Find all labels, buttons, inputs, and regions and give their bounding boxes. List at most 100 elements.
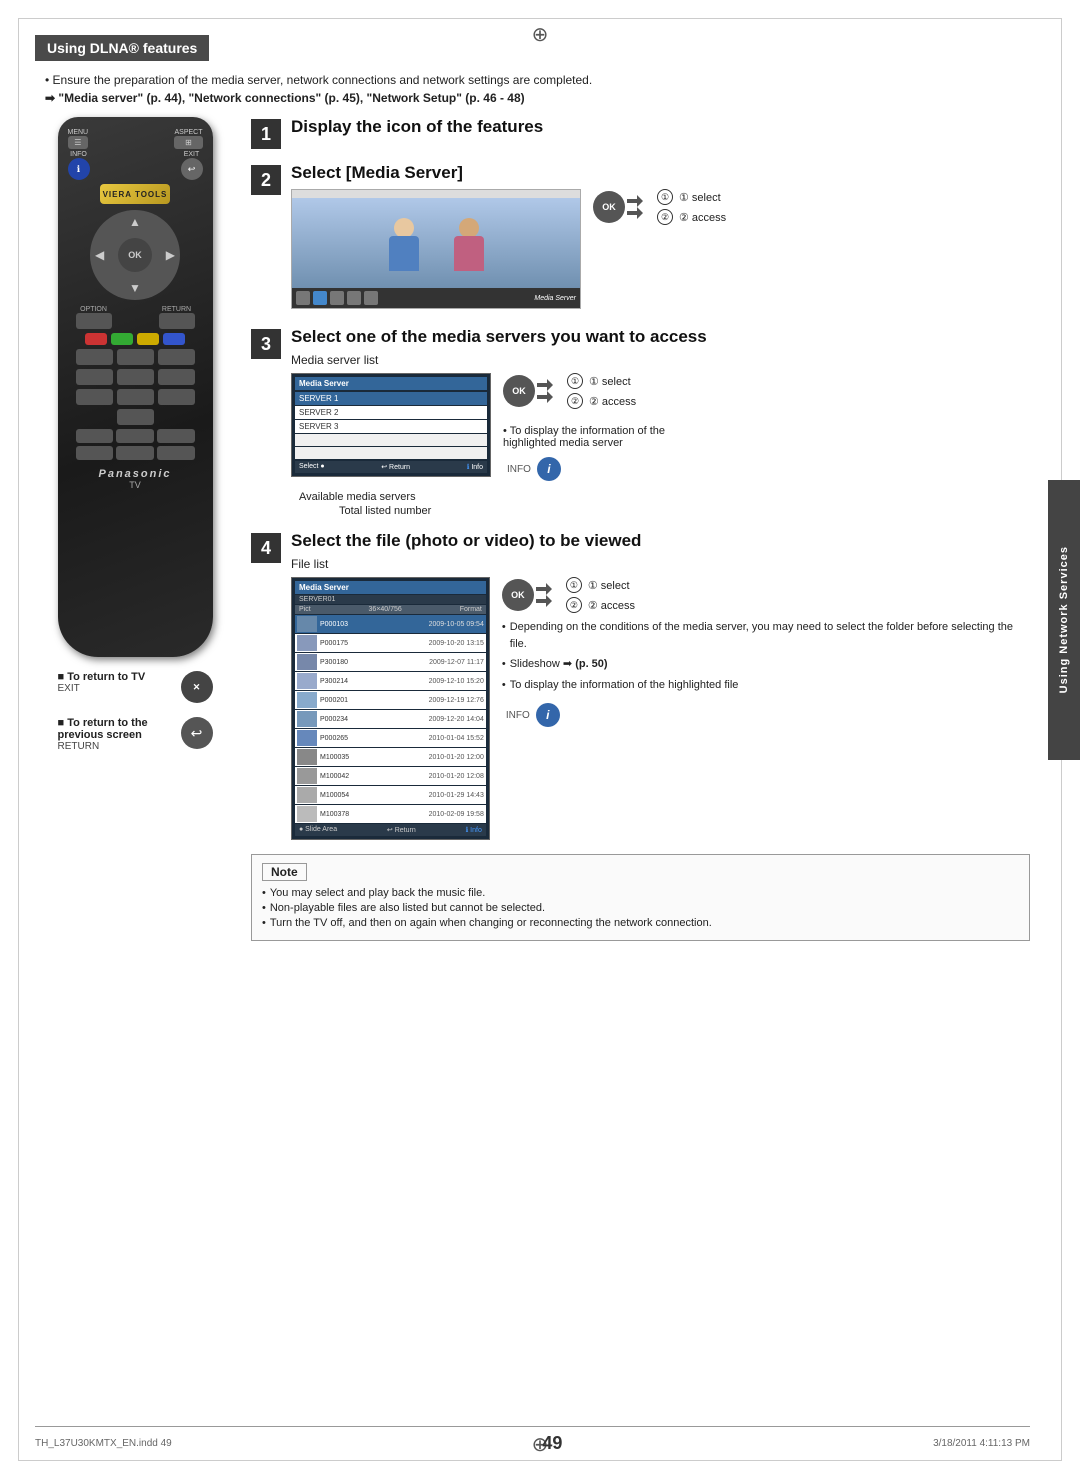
num-4[interactable] bbox=[76, 369, 113, 385]
fl-name-7: M100035 bbox=[320, 754, 426, 761]
dpad-right[interactable]: ▶ bbox=[166, 248, 175, 262]
num-0[interactable] bbox=[117, 409, 154, 425]
ms-row-0: SERVER 1 bbox=[295, 392, 487, 405]
bullet-2: • bbox=[502, 656, 506, 673]
dpad-left[interactable]: ◀ bbox=[95, 248, 104, 262]
fl-thumb-2 bbox=[297, 654, 317, 670]
exit-text: EXIT bbox=[58, 683, 80, 694]
yellow-btn[interactable] bbox=[137, 333, 159, 345]
fl-header: Pict 36×40/756 Format bbox=[295, 605, 486, 614]
exit-group: EXIT ↩ bbox=[181, 151, 203, 180]
info-btn[interactable]: ℹ bbox=[68, 158, 90, 180]
circle-2-4: ② bbox=[566, 597, 582, 613]
note-item-1: • You may select and play back the music… bbox=[262, 887, 1019, 899]
scene-background bbox=[292, 198, 580, 288]
num-6[interactable] bbox=[158, 369, 195, 385]
return-tv-label: ■ To return to TV bbox=[58, 671, 146, 683]
intro-text-1: • Ensure the preparation of the media se… bbox=[45, 73, 1030, 87]
fl-date-10: 2010-02-09 19:58 bbox=[429, 811, 484, 818]
fl-row-9: M100054 2010-01-29 14:43 bbox=[295, 786, 486, 804]
toolbar-icon-4 bbox=[347, 291, 361, 305]
step-4-subtitle: File list bbox=[291, 557, 1030, 571]
viera-tools-btn[interactable]: VIERA TOOLS bbox=[100, 184, 170, 204]
fl-name-3: P300214 bbox=[320, 678, 426, 685]
step4-notes: • Depending on the conditions of the med… bbox=[502, 619, 1030, 697]
step3-access-label: ② ② access bbox=[567, 393, 636, 409]
exit-button[interactable]: ✕ bbox=[181, 671, 213, 703]
note-box: Note • You may select and play back the … bbox=[251, 854, 1030, 941]
note-2: • Slideshow ➡ (p. 50) bbox=[502, 656, 1030, 673]
main-layout: MENU ☰ ASPECT ⊞ INFO ℹ EXIT bbox=[35, 117, 1030, 941]
bottom-btn-3[interactable] bbox=[157, 429, 195, 443]
menu-btn[interactable]: ☰ bbox=[68, 136, 89, 149]
fl-thumb-10 bbox=[297, 806, 317, 822]
fl-name-6: P000265 bbox=[320, 735, 426, 742]
ok-btn-step4: OK bbox=[502, 579, 534, 611]
bottom-btn-4[interactable] bbox=[76, 446, 114, 460]
bottom-btn-5[interactable] bbox=[116, 446, 154, 460]
fl-row-8: M100042 2010-01-20 12:08 bbox=[295, 767, 486, 785]
steps-column: 1 Display the icon of the features 2 Sel… bbox=[251, 117, 1030, 941]
fl-thumb-1 bbox=[297, 635, 317, 651]
ok-text-4: OK bbox=[511, 590, 525, 600]
fl-date-3: 2009-12-10 15:20 bbox=[429, 678, 484, 685]
num-1[interactable] bbox=[76, 349, 113, 365]
step-3: 3 Select one of the media servers you wa… bbox=[251, 327, 1030, 517]
step4-info-icon-row: INFO i bbox=[506, 703, 1030, 727]
ok-arrows-svg-4 bbox=[536, 583, 552, 607]
step2-select-label: ① ① select bbox=[657, 189, 726, 205]
bullet-1: • bbox=[502, 619, 506, 652]
num-7[interactable] bbox=[76, 389, 113, 405]
return-section: ■ To return to TV EXIT ✕ ■ To return to … bbox=[58, 671, 213, 752]
green-btn[interactable] bbox=[111, 333, 133, 345]
return-to-tv: ■ To return to TV EXIT ✕ bbox=[58, 671, 213, 703]
red-btn[interactable] bbox=[85, 333, 107, 345]
num-5[interactable] bbox=[117, 369, 154, 385]
aspect-btn[interactable]: ⊞ bbox=[174, 136, 202, 149]
ok-btn[interactable]: OK bbox=[118, 238, 152, 272]
note-item-3: • Turn the TV off, and then on again whe… bbox=[262, 917, 1019, 929]
bottom-btn-1[interactable] bbox=[76, 429, 114, 443]
remote-control: MENU ☰ ASPECT ⊞ INFO ℹ EXIT bbox=[58, 117, 213, 657]
circle-2: ② bbox=[657, 209, 673, 225]
toolbar-media-server-label: Media Server bbox=[534, 295, 576, 302]
step-3-number: 3 bbox=[251, 329, 281, 359]
return-group: RETURN bbox=[159, 306, 195, 329]
fl-thumb-0 bbox=[297, 616, 317, 632]
option-btn[interactable] bbox=[76, 313, 112, 329]
ms-row-2: SERVER 3 bbox=[295, 420, 487, 433]
toolbar-icon-3 bbox=[330, 291, 344, 305]
exit-btn[interactable]: ↩ bbox=[181, 158, 203, 180]
num-2[interactable] bbox=[117, 349, 154, 365]
main-content: Using DLNA® features • Ensure the prepar… bbox=[35, 35, 1030, 1429]
media-server-list: Media Server SERVER 1 SERVER 2 SERVER 3 bbox=[291, 373, 491, 477]
bottom-btn-6[interactable] bbox=[157, 446, 195, 460]
step-3-layout: Media Server SERVER 1 SERVER 2 SERVER 3 bbox=[291, 373, 1030, 517]
slideshow-note: Slideshow ➡ (p. 50) bbox=[510, 656, 608, 673]
return-label: RETURN bbox=[159, 306, 195, 313]
num-9[interactable] bbox=[158, 389, 195, 405]
return-btn[interactable] bbox=[159, 313, 195, 329]
bottom-btns bbox=[76, 429, 195, 460]
bullet: • bbox=[503, 425, 510, 437]
ok-btn-step2: OK bbox=[593, 191, 625, 223]
fl-name-5: P000234 bbox=[320, 716, 426, 723]
bottom-btn-2[interactable] bbox=[116, 429, 154, 443]
num-8[interactable] bbox=[117, 389, 154, 405]
dpad[interactable]: ▲ ▼ ◀ ▶ OK bbox=[90, 210, 180, 300]
step2-labels: ① ① select ② ② access bbox=[657, 189, 726, 225]
arrow-icon: ➡ bbox=[45, 91, 58, 105]
circle-1-3: ① bbox=[567, 373, 583, 389]
blue-btn[interactable] bbox=[163, 333, 185, 345]
dpad-up[interactable]: ▲ bbox=[129, 215, 141, 229]
fl-server-name: SERVER01 bbox=[295, 595, 486, 604]
footer-filename: TH_L37U30KMTX_EN.indd 49 bbox=[35, 1438, 172, 1449]
num-3[interactable] bbox=[158, 349, 195, 365]
circle-2-3: ② bbox=[567, 393, 583, 409]
ms-return-info: ↩ Return bbox=[381, 463, 410, 471]
step-1: 1 Display the icon of the features bbox=[251, 117, 1030, 149]
option-label: OPTION bbox=[76, 306, 112, 313]
step-3-content: Select one of the media servers you want… bbox=[291, 327, 1030, 517]
dpad-down[interactable]: ▼ bbox=[129, 281, 141, 295]
return-button[interactable]: ↩ bbox=[181, 717, 213, 749]
